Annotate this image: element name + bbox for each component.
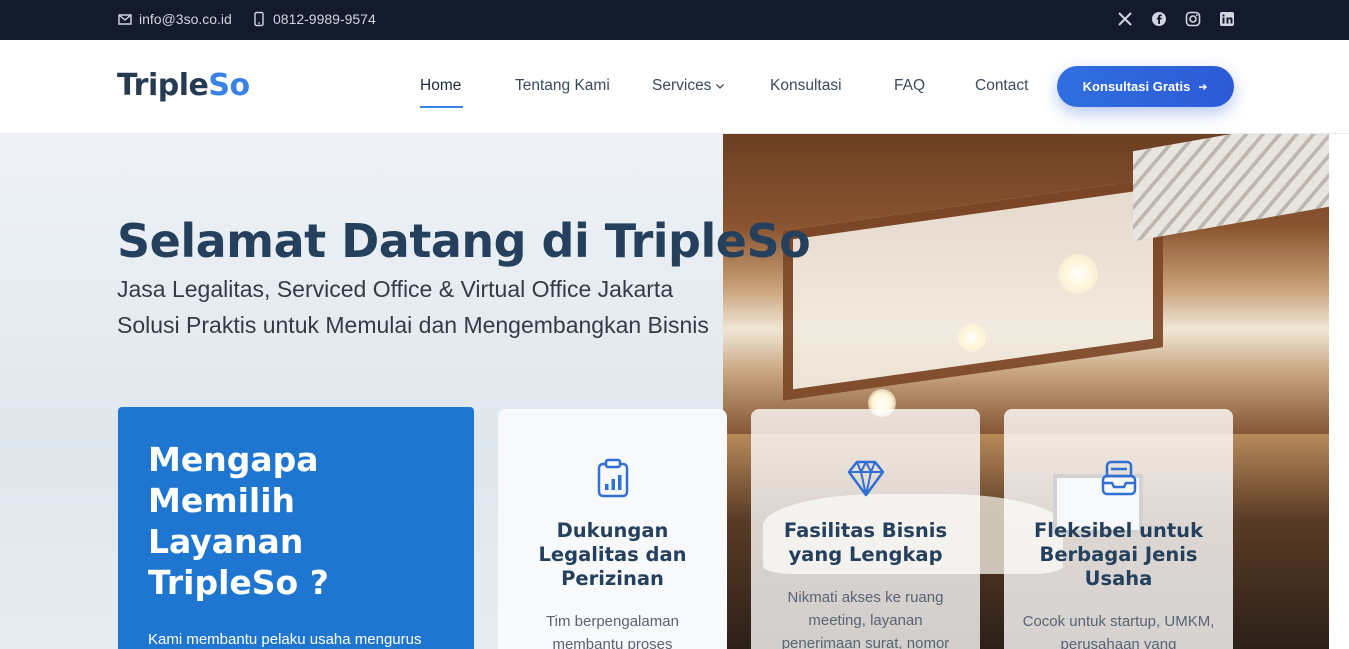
email-text: info@3so.co.id [139, 11, 232, 27]
nav-services[interactable]: Services [652, 77, 725, 95]
ceiling-vent [1133, 134, 1329, 242]
ceiling-light [958, 324, 986, 352]
nav-tentang-kami[interactable]: Tentang Kami [515, 77, 610, 95]
card-text: Cocok untuk startup, UMKM, perusahaan ya… [1022, 613, 1215, 649]
ceiling-panel [783, 177, 1163, 401]
logo-text-part2: So [208, 68, 250, 103]
arrow-right-icon [1199, 83, 1208, 90]
social-links [1117, 11, 1235, 27]
diamond-icon [847, 460, 884, 497]
envelope-icon [118, 14, 132, 25]
why-text: Kami membantu pelaku usaha mengurus [148, 631, 422, 648]
why-choose-card: Mengapa Memilih Layanan TripleSo ? Kami … [118, 407, 474, 649]
nav-contact[interactable]: Contact [975, 77, 1028, 95]
ceiling-light [1058, 254, 1098, 294]
instagram-icon[interactable] [1185, 11, 1201, 27]
nav-home[interactable]: Home [420, 77, 461, 95]
hero-section: Selamat Datang di TripleSo Jasa Legalita… [0, 134, 1349, 649]
clipboard-chart-icon [597, 458, 628, 498]
hero-subtitle-1: Jasa Legalitas, Serviced Office & Virtua… [117, 276, 674, 302]
phone-icon [254, 11, 264, 27]
logo[interactable]: TripleSo [117, 68, 250, 103]
site-header: TripleSo Home Tentang Kami Services Kons… [0, 40, 1349, 134]
logo-text-part1: Triple [117, 68, 209, 103]
nav-faq[interactable]: FAQ [894, 77, 925, 95]
card-title: Fleksibel untuk Berbagai Jenis Usaha [1033, 519, 1204, 590]
x-icon[interactable] [1117, 11, 1133, 27]
card-text: Tim berpengalaman membantu proses [546, 613, 679, 649]
card-title: Dukungan Legalitas dan Perizinan [538, 519, 687, 590]
chevron-down-icon [716, 83, 725, 89]
active-nav-underline [420, 106, 463, 108]
facebook-icon[interactable] [1151, 11, 1167, 27]
cta-label: Konsultasi Gratis [1082, 79, 1191, 94]
konsultasi-gratis-button[interactable]: Konsultasi Gratis [1057, 66, 1234, 107]
card-text: Nikmati akses ke ruang meeting, layanan … [781, 589, 950, 649]
linkedin-icon[interactable] [1219, 11, 1235, 27]
card-title: Fasilitas Bisnis yang Lengkap [783, 519, 948, 566]
hero-title: Selamat Datang di TripleSo [117, 214, 811, 268]
inbox-icon [1101, 460, 1136, 496]
email-contact[interactable]: info@3so.co.id [117, 11, 232, 27]
feature-card-legalitas: Dukungan Legalitas dan Perizinan Tim ber… [498, 409, 727, 649]
why-title: Mengapa Memilih Layanan TripleSo ? [148, 440, 329, 602]
feature-card-fleksibel: Fleksibel untuk Berbagai Jenis Usaha Coc… [1004, 409, 1233, 649]
nav-konsultasi[interactable]: Konsultasi [770, 77, 842, 95]
nav-services-label: Services [652, 77, 712, 94]
page-edge [1329, 134, 1349, 649]
feature-card-fasilitas: Fasilitas Bisnis yang Lengkap Nikmati ak… [751, 409, 980, 649]
phone-text: 0812-9989-9574 [273, 11, 376, 27]
phone-contact[interactable]: 0812-9989-9574 [251, 11, 376, 27]
hero-subtitle-2: Solusi Praktis untuk Memulai dan Mengemb… [117, 312, 709, 338]
top-bar: info@3so.co.id 0812-9989-9574 [0, 0, 1349, 40]
